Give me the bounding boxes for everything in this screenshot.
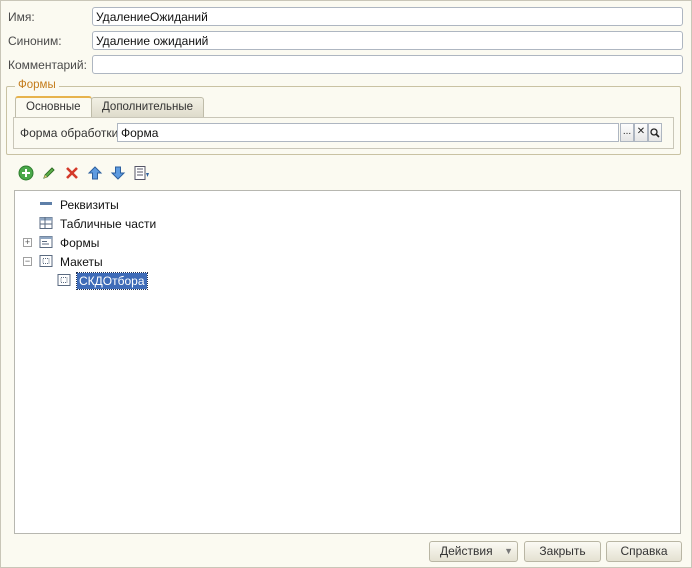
table-icon	[39, 217, 53, 229]
comment-row: Комментарий:	[6, 55, 683, 75]
comment-field[interactable]	[92, 55, 683, 74]
form-icon	[39, 236, 53, 248]
add-icon	[18, 165, 34, 181]
comment-label: Комментарий:	[8, 58, 87, 72]
template-icon	[39, 255, 53, 267]
tree-item-label: Формы	[60, 236, 100, 250]
move-up-button[interactable]	[87, 165, 105, 183]
edit-icon	[43, 167, 55, 179]
tab-panel-main: Форма обработки: Форма ... ✕	[13, 117, 674, 149]
move-down-icon	[110, 166, 126, 180]
name-label: Имя:	[8, 10, 35, 24]
delete-icon	[66, 167, 78, 179]
move-down-button[interactable]	[110, 165, 128, 183]
processing-form-label: Форма обработки:	[20, 126, 122, 140]
select-button[interactable]: ...	[620, 123, 634, 142]
actions-label: Действия	[440, 544, 493, 558]
open-button[interactable]	[648, 123, 662, 142]
forms-group: Формы Основные Дополнительные Форма обра…	[6, 79, 681, 155]
actions-button[interactable]: Действия ▼	[429, 541, 518, 562]
close-button[interactable]: Закрыть	[524, 541, 601, 562]
synonym-row: Синоним: Удаление ожиданий	[6, 31, 683, 51]
help-button[interactable]: Справка	[606, 541, 682, 562]
tree-item-label: Макеты	[60, 255, 103, 269]
attributes-icon	[40, 202, 52, 205]
tree-item-label: СКДОтбора	[76, 272, 148, 290]
chevron-down-icon: ▼	[504, 546, 513, 556]
expand-icon[interactable]: +	[23, 238, 32, 247]
clear-icon: ✕	[636, 126, 646, 137]
delete-button[interactable]	[64, 165, 82, 183]
move-up-icon	[87, 166, 103, 180]
add-button[interactable]	[18, 165, 36, 183]
sort-icon	[134, 166, 149, 180]
tree-item-label: Табличные части	[60, 217, 157, 231]
template-icon	[57, 274, 71, 286]
synonym-label: Синоним:	[8, 34, 62, 48]
tab-additional[interactable]: Дополнительные	[91, 97, 205, 117]
clear-button[interactable]: ✕	[634, 123, 648, 142]
name-row: Имя: УдалениеОжиданий	[6, 7, 683, 27]
collapse-icon[interactable]: −	[23, 257, 32, 266]
metadata-tree[interactable]: Реквизиты Табличные части + Формы − Маке…	[14, 190, 681, 534]
magnifier-icon	[650, 128, 660, 138]
processing-form-field[interactable]: Форма	[117, 123, 619, 142]
forms-group-title: Формы	[15, 79, 59, 91]
name-field[interactable]: УдалениеОжиданий	[92, 7, 683, 26]
sort-button[interactable]	[133, 165, 151, 183]
tree-item-label: Реквизиты	[60, 198, 119, 212]
tab-main[interactable]: Основные	[15, 96, 92, 118]
edit-button[interactable]	[41, 165, 59, 183]
synonym-field[interactable]: Удаление ожиданий	[92, 31, 683, 50]
